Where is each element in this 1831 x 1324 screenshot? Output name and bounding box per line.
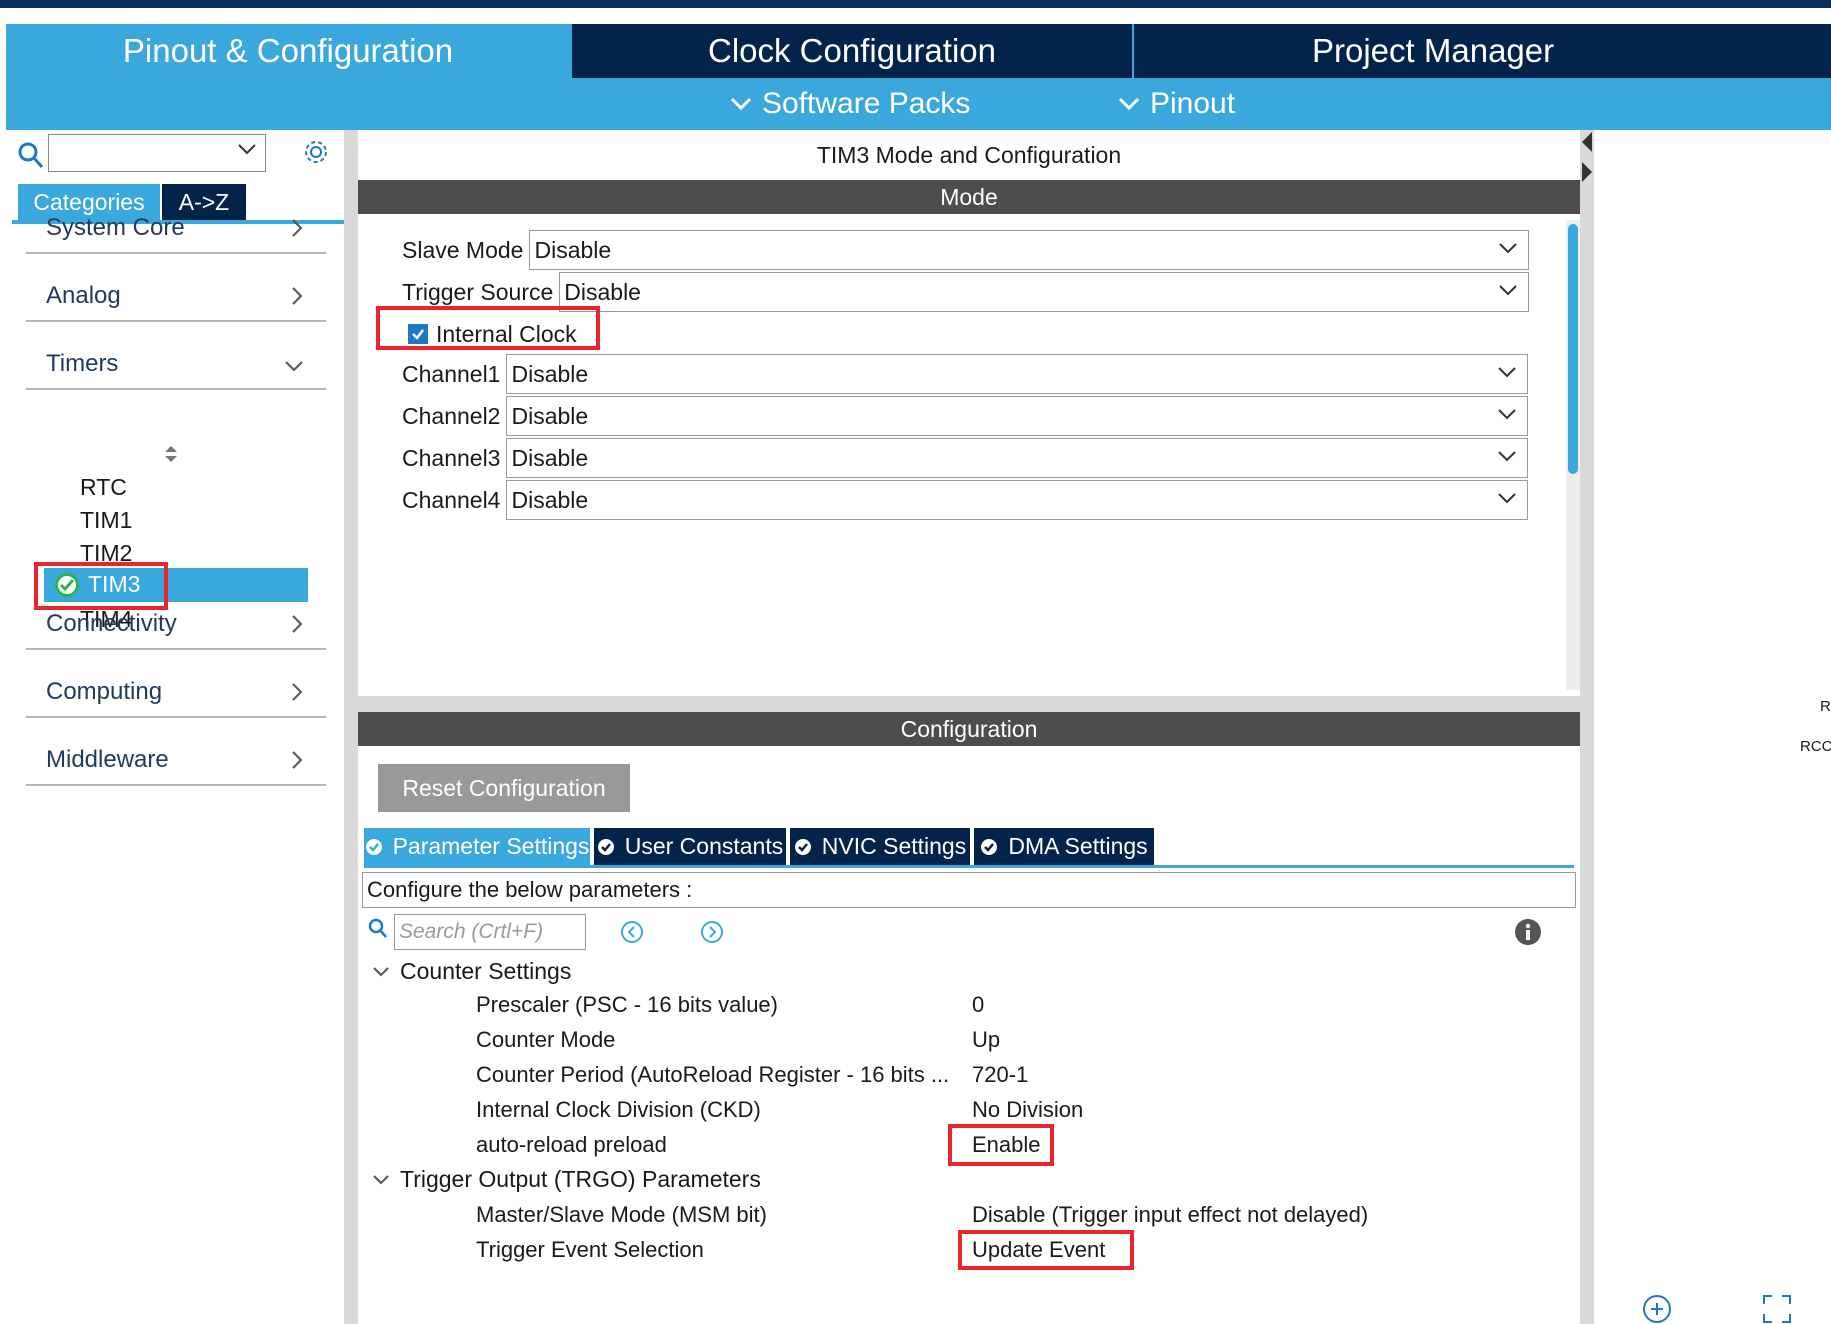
channel4-row: Channel4 Disable [402,480,1529,520]
param-name: Master/Slave Mode (MSM bit) [476,1202,767,1227]
mode-config-panel: TIM3 Mode and Configuration Mode Slave M… [358,130,1580,1324]
search-icon[interactable] [18,142,44,170]
next-match-icon[interactable] [700,920,724,944]
channel4-select[interactable]: Disable [506,480,1529,520]
param-value[interactable]: 720-1 [972,1062,1028,1088]
chevron-down-icon [1118,97,1140,111]
chevron-down-icon [1498,493,1517,504]
sidebar-item-analog[interactable]: Analog [26,272,326,322]
chevron-right-icon [292,219,303,237]
tab-pinout-configuration[interactable]: Pinout & Configuration [6,24,570,78]
chevron-right-icon [292,287,303,305]
pin-label: RCC [1800,738,1831,755]
left-splitter[interactable] [344,130,358,1324]
mode-area: Slave Mode Disable Trigger Source Disabl… [358,214,1580,696]
chevron-down-icon [285,361,303,372]
highlight-box-auto-reload [948,1124,1054,1166]
channel1-row: Channel1 Disable [402,354,1529,394]
main-tab-bar: Pinout & Configuration Clock Configurati… [6,24,1831,78]
tab-parameter-settings[interactable]: Parameter Settings [364,828,590,865]
channel3-row: Channel3 Disable [402,438,1529,478]
configure-instruction: Configure the below parameters : [362,872,1576,908]
chevron-right-icon [292,751,303,769]
param-name: Prescaler (PSC - 16 bits value) [476,992,778,1017]
timer-item-rtc[interactable]: RTC [80,474,127,501]
check-circle-icon [981,838,998,855]
param-value[interactable]: Up [972,1027,1000,1053]
search-icon[interactable] [368,918,388,940]
chevron-right-icon [292,683,303,701]
fit-view-icon[interactable] [1762,1294,1792,1324]
param-value[interactable]: Disable (Trigger input effect not delaye… [972,1202,1368,1228]
chevron-down-icon [373,966,389,976]
tab-dma-settings[interactable]: DMA Settings [974,828,1154,865]
param-value[interactable]: 0 [972,992,984,1018]
collapse-arrows-icon[interactable] [1580,130,1594,190]
param-name: Counter Mode [476,1027,616,1052]
chevron-down-icon [1499,243,1518,254]
pinout-menu[interactable]: Pinout [1118,78,1235,130]
gear-icon[interactable] [302,138,330,166]
window-top-strip [0,0,1831,8]
check-circle-icon [597,838,614,855]
timer-item-tim1[interactable]: TIM1 [80,507,132,534]
scrollbar-thumb[interactable] [1568,224,1578,474]
pin-label: R [1820,698,1831,715]
configuration-header: Configuration [358,712,1580,746]
chevron-down-icon [730,97,752,111]
group-trigger-output[interactable]: Trigger Output (TRGO) Parameters [372,1166,761,1193]
highlight-box-tim3 [34,562,168,610]
channel3-select[interactable]: Disable [506,438,1529,478]
zoom-in-icon[interactable] [1642,1294,1672,1324]
info-icon[interactable] [1514,918,1542,946]
param-value[interactable]: No Division [972,1097,1083,1123]
tab-clock-configuration[interactable]: Clock Configuration [572,24,1132,78]
tab-nvic-settings[interactable]: NVIC Settings [790,828,970,865]
chevron-down-icon [1498,409,1517,420]
channel1-select[interactable]: Disable [506,354,1529,394]
tab-project-manager[interactable]: Project Manager [1134,24,1831,78]
slave-mode-row: Slave Mode Disable [402,230,1530,270]
param-name: Trigger Event Selection [476,1237,704,1262]
mode-config-splitter[interactable] [358,696,1580,712]
sidebar-item-middleware[interactable]: Middleware [26,736,326,786]
mode-header: Mode [358,180,1580,214]
highlight-box-trigger-event [958,1230,1134,1270]
sub-menu-bar: Software Packs Pinout [6,78,1831,130]
trigger-source-select[interactable]: Disable [559,272,1530,312]
sidebar-item-computing[interactable]: Computing [26,668,326,718]
group-counter-settings[interactable]: Counter Settings [372,958,571,985]
chevron-down-icon [1499,285,1517,296]
category-search-combo[interactable] [48,134,266,172]
chevron-down-icon [238,144,256,155]
param-name: Internal Clock Division (CKD) [476,1097,761,1122]
reset-configuration-button[interactable]: Reset Configuration [378,764,630,812]
categories-panel: Categories A->Z System Core Analog Timer… [6,130,346,1324]
channel2-row: Channel2 Disable [402,396,1529,436]
parameter-search-input[interactable]: Search (Crtl+F) [394,914,586,950]
sidebar-item-timers[interactable]: Timers [26,340,326,390]
panel-title: TIM3 Mode and Configuration [816,141,1122,168]
param-name: auto-reload preload [476,1132,667,1157]
tab-user-constants[interactable]: User Constants [594,828,786,865]
param-name: Counter Period (AutoReload Register - 16… [476,1062,950,1087]
chevron-down-icon [373,1174,389,1184]
mode-scrollbar[interactable] [1566,220,1580,690]
chevron-down-icon [1498,451,1517,462]
parameter-tabs: Parameter Settings User Constants NVIC S… [364,828,1574,868]
check-circle-icon [794,838,811,855]
slave-mode-select[interactable]: Disable [529,230,1530,270]
previous-match-icon[interactable] [620,920,644,944]
check-circle-icon [365,838,382,855]
chevron-down-icon [1498,367,1517,378]
software-packs-menu[interactable]: Software Packs [730,78,970,130]
sort-arrows-icon[interactable] [164,444,178,464]
pinout-view-panel: R RCC [1594,130,1831,1324]
sidebar-item-system-core[interactable]: System Core [26,204,326,254]
highlight-box-internal-clock [376,306,600,350]
right-splitter[interactable] [1580,130,1594,1324]
channel2-select[interactable]: Disable [506,396,1529,436]
chevron-right-icon [292,615,303,633]
